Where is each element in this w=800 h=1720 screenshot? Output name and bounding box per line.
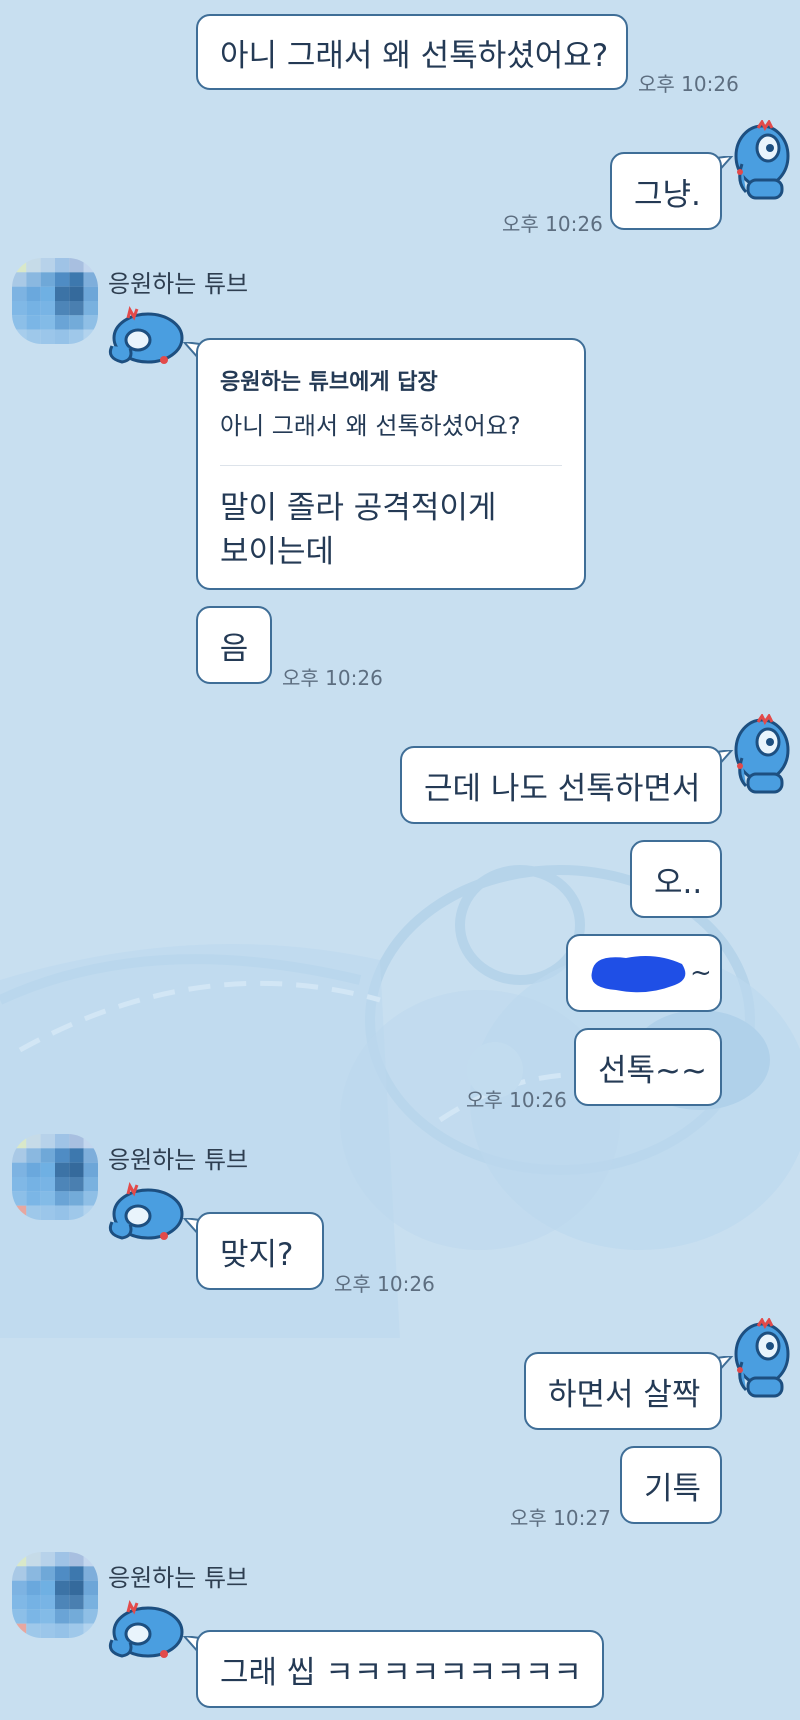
reply-message-bubble[interactable]: 응원하는 튜브에게 답장 아니 그래서 왜 선톡하셨어요? 말이 졸라 공격적이… (196, 338, 586, 590)
message-text: 오.. (654, 864, 703, 901)
incoming-message-bubble[interactable]: 그래 씹 ㅋㅋㅋㅋㅋㅋㅋㅋㅋ (196, 1630, 604, 1708)
message-text-line: 말이 졸라 공격적이게 (220, 490, 497, 526)
contact-avatar[interactable] (12, 1134, 98, 1220)
blue-dog-mascot-icon (728, 119, 792, 206)
message-time: 오후 10:27 (510, 1506, 611, 1530)
incoming-message-bubble[interactable]: 음 (196, 606, 272, 684)
outgoing-message-bubble[interactable]: 오.. (630, 840, 722, 918)
blue-dog-mascot-icon (728, 713, 792, 800)
reply-divider (220, 465, 562, 466)
blue-dog-mascot-icon (728, 1317, 792, 1404)
blue-dog-mascot-icon (104, 1182, 188, 1250)
outgoing-message-bubble[interactable]: 아니 그래서 왜 선톡하셨어요? (196, 14, 628, 90)
message-text: 선톡~~ (598, 1052, 707, 1089)
contact-avatar[interactable] (12, 258, 98, 344)
blue-dog-mascot-icon (104, 1600, 188, 1668)
message-text-line: 보이는데 (220, 534, 335, 570)
message-time: 오후 10:26 (334, 1272, 435, 1296)
message-text: 그냥. (634, 176, 701, 213)
message-time: 오후 10:26 (502, 212, 603, 236)
outgoing-message-bubble[interactable]: 그냥. (610, 152, 722, 230)
message-text: 기특 (644, 1470, 702, 1507)
reply-quoted-text[interactable]: 아니 그래서 왜 선톡하셨어요? (220, 406, 562, 441)
outgoing-message-bubble[interactable]: 하면서 살짝 (524, 1352, 722, 1430)
message-text: ~ (690, 958, 712, 988)
incoming-message-bubble[interactable]: 맞지? (196, 1212, 324, 1290)
outgoing-message-bubble[interactable]: ~ (566, 934, 722, 1012)
outgoing-message-bubble[interactable]: 선톡~~ (574, 1028, 722, 1106)
outgoing-message-bubble[interactable]: 근데 나도 선톡하면서 (400, 746, 722, 824)
reply-header: 응원하는 튜브에게 답장 (220, 370, 438, 395)
message-time: 오후 10:26 (466, 1088, 567, 1112)
redaction-mark (591, 956, 686, 993)
contact-avatar[interactable] (12, 1552, 98, 1638)
contact-name: 응원하는 튜브 (108, 1146, 249, 1174)
outgoing-message-bubble[interactable]: 기특 (620, 1446, 722, 1524)
message-text: 근데 나도 선톡하면서 (424, 770, 701, 807)
message-text: 그래 씹 ㅋㅋㅋㅋㅋㅋㅋㅋㅋ (220, 1654, 582, 1691)
message-text: 아니 그래서 왜 선톡하셨어요? (220, 37, 609, 74)
message-text: 음 (219, 630, 249, 667)
blue-dog-mascot-icon (104, 306, 188, 374)
message-time: 오후 10:26 (638, 72, 739, 96)
contact-name: 응원하는 튜브 (108, 270, 249, 298)
message-text: 맞지? (220, 1236, 294, 1273)
message-text: 하면서 살짝 (548, 1376, 701, 1413)
message-time: 오후 10:26 (282, 666, 383, 690)
contact-name: 응원하는 튜브 (108, 1564, 249, 1592)
